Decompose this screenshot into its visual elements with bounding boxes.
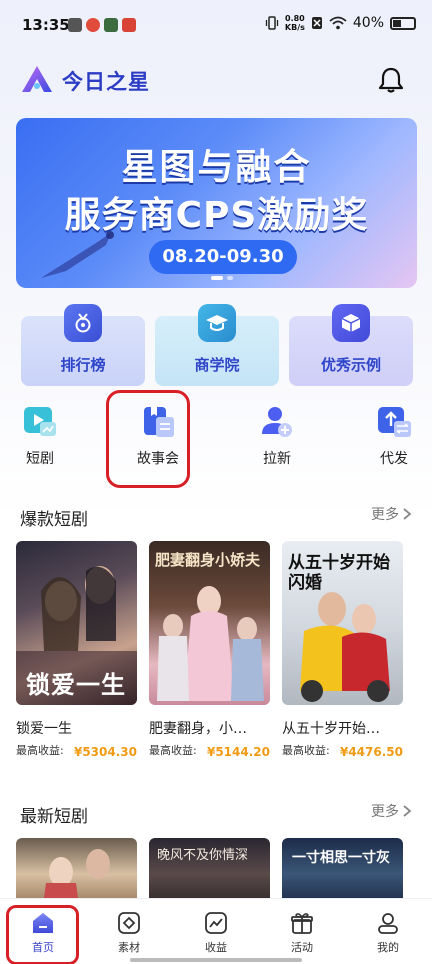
feature-label: 代发 (380, 451, 408, 467)
status-bar: 13:35 0.80 KB/s 40% (0, 0, 432, 52)
quick-entry-cards: 排行榜 商学院 优秀示例 (21, 304, 413, 386)
battery-icon (390, 16, 416, 30)
drama-card[interactable]: 锁爱一生 锁爱一生 最高收益: ¥5304.30 (16, 541, 137, 774)
app-notification-icon (68, 18, 82, 32)
business-school-card-label: 商学院 (194, 356, 240, 374)
new-drama-card[interactable]: 晚风不及你情深 (149, 838, 270, 898)
new-section-more[interactable]: 更多 (371, 801, 412, 821)
nav-label: 活动 (291, 941, 313, 954)
earn-value: ¥4476.50 (339, 745, 403, 759)
more-label: 更多 (371, 507, 399, 523)
shop-notification-icon (122, 18, 136, 32)
earn-label: 最高收益: (282, 744, 330, 757)
drama-card[interactable]: 肥妻翻身小娇夫 肥妻翻身，小… 最高收益: ¥5144.20 (149, 541, 270, 774)
weibo-notification-icon (86, 18, 100, 32)
new-drama-card[interactable] (16, 838, 137, 898)
feature-label: 拉新 (263, 451, 291, 467)
banner-title-line1: 星图与融合 (121, 147, 312, 188)
ranking-card-label: 排行榜 (60, 356, 106, 374)
earn-value: ¥5304.30 (73, 745, 137, 759)
medal-icon (64, 304, 102, 342)
net-speed-unit: KB/s (284, 23, 305, 32)
new-drama-card[interactable]: 一寸相思一寸灰 (282, 838, 403, 898)
banner-dot (227, 276, 233, 280)
add-user-icon (259, 404, 295, 440)
wifi-icon (329, 16, 347, 30)
status-indicators: 0.80 KB/s 40% (265, 14, 416, 32)
material-icon (117, 911, 141, 935)
net-speed-value: 0.80 (285, 14, 305, 23)
new-drama-poster-title: 晚风不及你情深 (157, 848, 249, 863)
graduation-cap-icon (198, 304, 236, 342)
earn-label: 最高收益: (149, 744, 197, 757)
hot-section-title: 爆款短剧 (20, 510, 88, 530)
drama-name: 从五十岁开始… (282, 721, 380, 737)
drama-poster: 从五十岁开始闪婚 (282, 541, 403, 705)
profile-icon (376, 911, 400, 935)
hot-section-more[interactable]: 更多 (371, 504, 412, 524)
nav-label: 收益 (205, 941, 227, 954)
new-drama-poster-title: 一寸相思一寸灰 (292, 850, 390, 866)
star-logo-icon (22, 66, 52, 92)
drama-card[interactable]: 从五十岁开始闪婚 从五十岁开始… 最高收益: ¥4476.50 (282, 541, 403, 774)
showcase-card[interactable]: 优秀示例 (289, 304, 413, 386)
nav-earnings[interactable]: 收益 (186, 911, 246, 955)
gift-icon (290, 911, 314, 935)
drama-earnings: 最高收益: ¥4476.50 (282, 744, 403, 774)
feature-label: 短剧 (26, 451, 54, 467)
feature-short-drama[interactable]: 短剧 (10, 404, 70, 470)
drama-poster-title: 锁爱一生 (26, 671, 126, 699)
chevron-right-icon (403, 805, 412, 817)
drama-earnings: 最高收益: ¥5304.30 (16, 744, 137, 774)
app-title: 今日之星 (62, 70, 150, 94)
nav-label: 我的 (377, 941, 399, 954)
banner-title-line2: 服务商CPS激励奖 (64, 195, 369, 236)
drama-poster-title: 肥妻翻身小娇夫 (155, 551, 261, 569)
ranking-card[interactable]: 排行榜 (21, 304, 145, 386)
promo-banner[interactable]: 星图与融合 服务商CPS激励奖 08.20-09.30 (16, 118, 417, 288)
battery-percent: 40% (352, 15, 384, 31)
game-notification-icon (104, 18, 118, 32)
status-time: 13:35 (22, 16, 70, 34)
nav-label: 素材 (118, 941, 140, 954)
home-highlight (6, 905, 79, 964)
earn-label: 最高收益: (16, 744, 64, 757)
drama-poster: 锁爱一生 (16, 541, 137, 705)
app-header: 今日之星 (0, 56, 432, 106)
drama-earnings: 最高收益: ¥5144.20 (149, 744, 270, 774)
bell-icon[interactable] (378, 66, 404, 94)
net-speed: 0.80 KB/s (285, 14, 305, 32)
nav-profile[interactable]: 我的 (358, 911, 418, 955)
banner-date-range: 08.20-09.30 (149, 240, 297, 274)
vibrate-icon (265, 16, 279, 30)
earn-value: ¥5144.20 (206, 745, 270, 759)
play-chart-icon (22, 404, 58, 440)
drama-name: 锁爱一生 (16, 721, 72, 737)
notification-icons (68, 18, 136, 32)
gesture-home-indicator (130, 958, 302, 962)
upload-swap-icon (376, 404, 412, 440)
chevron-right-icon (403, 508, 412, 520)
cube-icon (332, 304, 370, 342)
feature-agent-post[interactable]: 代发 (364, 404, 424, 470)
nav-material[interactable]: 素材 (99, 911, 159, 955)
showcase-card-label: 优秀示例 (320, 356, 381, 374)
banner-pagination (211, 276, 233, 280)
business-school-card[interactable]: 商学院 (155, 304, 279, 386)
more-label: 更多 (371, 804, 399, 820)
drama-name: 肥妻翻身，小… (149, 721, 247, 737)
nav-activity[interactable]: 活动 (272, 911, 332, 955)
drama-poster-title: 从五十岁开始闪婚 (288, 553, 390, 593)
new-section-title: 最新短剧 (20, 807, 88, 827)
earnings-chart-icon (204, 911, 228, 935)
banner-dot-active (211, 276, 223, 280)
no-sim-icon (311, 17, 322, 29)
feature-invite[interactable]: 拉新 (247, 404, 307, 470)
story-club-highlight (106, 390, 190, 488)
drama-poster: 肥妻翻身小娇夫 (149, 541, 270, 705)
